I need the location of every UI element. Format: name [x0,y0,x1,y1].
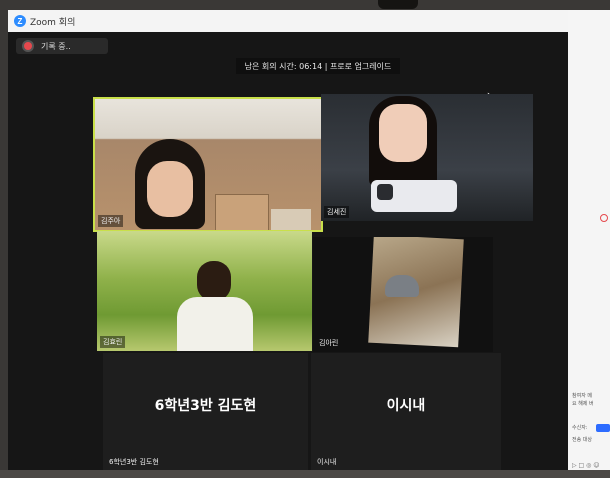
participant-name-label: 김세진 [324,206,350,218]
window-title: Zoom 회의 [30,17,76,28]
chat-notice-line: 참여자 메 [572,393,592,399]
participant-name-label: 김주아 [98,215,124,227]
title-bar: Z Zoom 회의 [8,10,568,32]
phone-camera-icon [377,184,393,200]
record-dot-icon [24,42,32,50]
video-tile[interactable]: 김아린 [313,237,493,352]
participant-name-label: 김효린 [100,336,126,348]
chat-notice-line: 요 해제 버 [572,401,594,407]
monitor-bezel-top [0,0,610,10]
monitor-bezel-bottom [0,470,610,478]
video-tile-active-speaker[interactable]: 김주아 [93,97,323,232]
recording-indicator[interactable]: 기록 중.. [16,38,108,54]
background-shelf [215,194,269,230]
participant-name-label: 김아린 [319,339,339,347]
participant-cap [385,275,419,297]
participant-face [147,161,193,217]
video-gallery: 기록 중.. 남은 회의 시간: 06:14 | 프로로 업그레이드 김주아 김… [8,32,568,472]
video-tile-camera-off[interactable]: 이시내 이시내 [311,353,501,471]
chat-side-panel: 참여자 메 요 해제 버 수신자: 전송 대상 ▷ □ ◎ ☺ [568,10,610,472]
recipient-select-button[interactable] [596,424,610,432]
participant-display-name: 이시내 [386,398,426,414]
monitor-bezel-left [0,0,8,478]
participant-name-label: 6학년3반 김도현 [109,458,159,466]
chat-recipient-label: 수신자: [572,425,588,431]
remaining-time-text: 남은 회의 시간: 06:14 | 프로로 업그레이드 [244,61,392,71]
recording-label: 기록 중.. [41,41,71,51]
background-box [271,209,311,230]
video-tile[interactable]: 김효린 [97,231,312,351]
chat-toolbar-icons[interactable]: ▷ □ ◎ ☺ [572,462,600,469]
participant-head [197,261,231,301]
video-tile-camera-off[interactable]: 6학년3반 김도현 6학년3반 김도현 [103,353,308,471]
chat-alert-icon[interactable] [600,214,608,222]
meeting-time-banner[interactable]: 남은 회의 시간: 06:14 | 프로로 업그레이드 [236,58,400,74]
zoom-meeting-window: Z Zoom 회의 기록 중.. 남은 회의 시간: 06:14 | 프로로 업… [8,10,568,472]
participant-body [177,297,253,351]
chat-input-placeholder[interactable]: 전송 대상 [572,436,592,443]
video-tile[interactable]: 김세진 [321,94,533,221]
participant-face [379,104,427,162]
webcam-notch [378,0,418,9]
zoom-logo-icon: Z [14,15,26,27]
participant-name-label: 이시내 [317,458,337,466]
participant-display-name: 6학년3반 김도현 [154,398,257,414]
